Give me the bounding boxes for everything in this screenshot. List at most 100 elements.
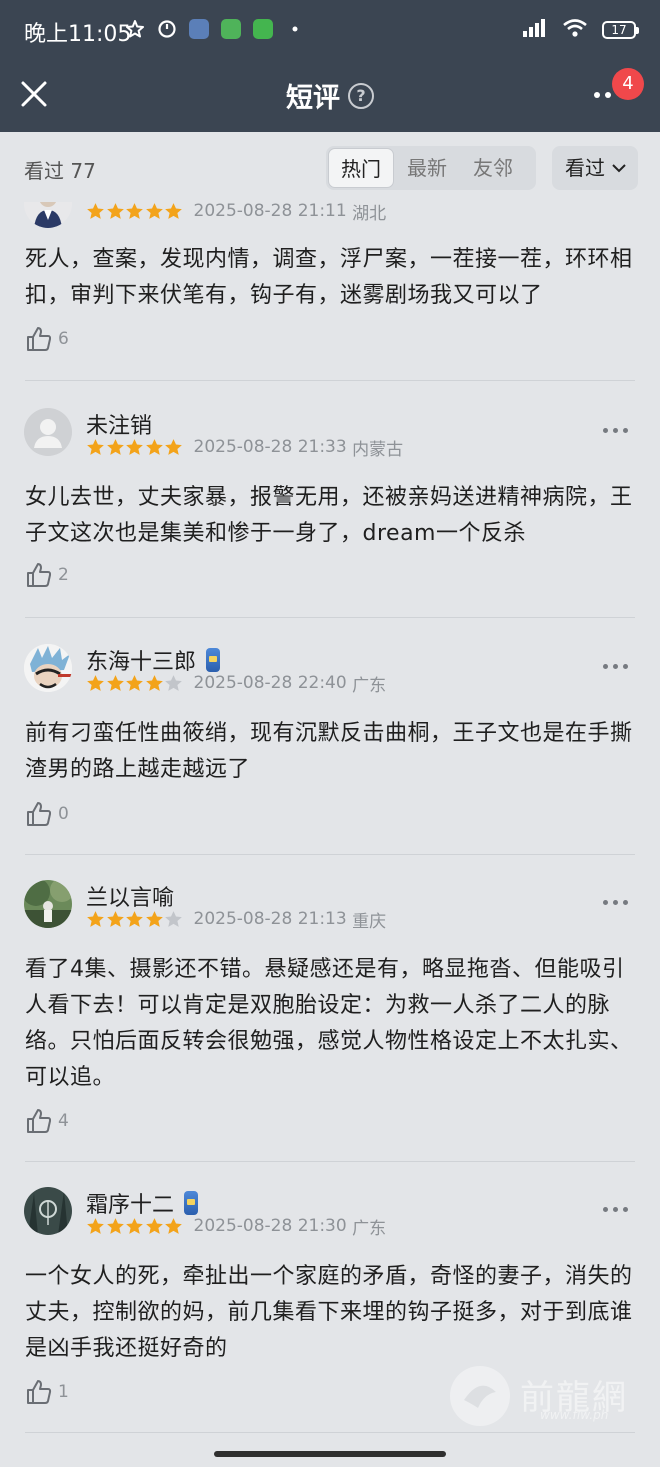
star-filled-icon (106, 202, 124, 219)
help-icon[interactable]: ? (348, 82, 374, 109)
like-button[interactable]: 4 (26, 1108, 69, 1134)
watched-filter-dropdown[interactable]: 看过 (552, 146, 638, 190)
chevron-down-icon (612, 146, 626, 190)
divider (25, 1161, 635, 1162)
star-filled-icon (126, 674, 143, 691)
star-filled-icon (87, 910, 104, 927)
avatar[interactable] (24, 880, 72, 928)
review-location: 内蒙古 (352, 439, 404, 460)
filter-label: 看过 (565, 156, 605, 180)
star-filled-icon (145, 438, 163, 455)
review-more-button[interactable] (603, 664, 628, 669)
tab-friends[interactable]: 友邻 (460, 148, 526, 188)
title-bar: 短评? 4 (0, 60, 660, 132)
review-location: 湖北 (352, 203, 387, 224)
like-button[interactable]: 2 (26, 562, 69, 588)
vip-badge-icon (184, 1191, 199, 1215)
timer-icon (156, 18, 178, 40)
tab-latest[interactable]: 最新 (394, 148, 460, 188)
review-meta: 2025-08-28 22:40 广东 (86, 672, 387, 696)
star-filled-icon (106, 674, 124, 691)
star-filled-icon (126, 438, 143, 455)
avatar[interactable] (24, 644, 72, 692)
battery-icon: 17 (602, 21, 639, 39)
review-date: 2025-08-28 21:13 (193, 909, 347, 929)
star-rating (86, 202, 184, 221)
star-filled-icon (126, 910, 143, 927)
star-filled-icon (87, 438, 104, 455)
avatar[interactable] (24, 1187, 72, 1235)
dot (623, 428, 628, 433)
star-filled-icon (145, 1217, 163, 1234)
top-bar: 晚上11:05 17 短评? 4 (0, 0, 660, 132)
watched-number: 77 (70, 159, 96, 183)
dot (603, 428, 608, 433)
star-filled-icon (145, 674, 163, 691)
star-filled-icon (145, 910, 163, 927)
home-indicator[interactable] (214, 1451, 446, 1457)
like-count: 0 (58, 804, 69, 824)
like-count: 6 (58, 329, 69, 349)
review-date: 2025-08-28 22:40 (193, 673, 347, 693)
star-filled-icon (87, 202, 104, 219)
star-empty-icon (165, 674, 182, 691)
message-icon (220, 18, 242, 40)
review-content: 前有刁蛮任性曲筱绡，现有沉默反击曲桐，王子文也是在手撕渣男的路上越走越远了 (25, 721, 633, 782)
star-filled-icon (126, 202, 143, 219)
star-filled-icon (106, 910, 124, 927)
like-button[interactable]: 0 (26, 801, 69, 827)
dot (603, 1207, 608, 1212)
dot (623, 900, 628, 905)
star-rating (86, 910, 184, 929)
app-icon (188, 18, 210, 40)
thumbs-up-icon (27, 1109, 52, 1133)
star-filled-icon (106, 438, 124, 455)
status-system-icons: 17 (522, 18, 639, 42)
tab-hot[interactable]: 热门 (328, 148, 394, 188)
review-date: 2025-08-28 21:11 (193, 202, 347, 221)
star-filled-icon (165, 438, 182, 455)
thumbs-up-icon (27, 563, 52, 587)
review-date: 2025-08-28 21:33 (193, 437, 347, 457)
avatar[interactable] (24, 408, 72, 456)
review-more-button[interactable] (603, 428, 628, 433)
page-title: 短评 (286, 83, 340, 114)
star-rating (86, 674, 184, 693)
review-more-button[interactable] (603, 1207, 628, 1212)
status-bar: 晚上11:05 17 (0, 0, 660, 60)
review-meta: 2025-08-28 21:30 广东 (86, 1215, 386, 1239)
more-dot (593, 92, 600, 98)
watched-label: 看过 (24, 159, 64, 183)
review-location: 广东 (352, 675, 387, 696)
like-button[interactable]: 6 (26, 326, 69, 352)
status-notification-icons (124, 18, 306, 40)
review-content: 一个女人的死，牵扯出一个家庭的矛盾，奇怪的妻子，消失的丈夫，控制欲的妈，前几集看… (25, 1264, 633, 1361)
wifi-icon (562, 18, 588, 42)
dot (613, 664, 618, 669)
status-time: 晚上11:05 (24, 22, 132, 47)
star-filled-icon (106, 1217, 124, 1234)
star-filled-icon (165, 202, 182, 219)
avatar[interactable] (24, 202, 72, 228)
vip-badge-icon (206, 648, 221, 672)
like-count: 4 (58, 1111, 69, 1131)
review-content: 看了4集、摄影还不错。悬疑感还是有，略显拖沓、但能吸引人看下去！可以肯定是双胞胎… (25, 957, 633, 1090)
dot (603, 900, 608, 905)
star-rating (86, 438, 184, 457)
thumbs-up-icon (27, 327, 52, 351)
review-more-button[interactable] (603, 900, 628, 905)
more-dot (604, 92, 611, 98)
review-meta: 2025-08-28 21:33 内蒙古 (86, 436, 404, 460)
star-filled-icon (87, 1217, 104, 1234)
divider (25, 1432, 635, 1433)
star-rating (86, 1217, 184, 1236)
dot (613, 428, 618, 433)
star-filled-icon (126, 1217, 143, 1234)
star-filled-icon (145, 202, 163, 219)
star-filled-icon (165, 1217, 182, 1234)
dot (613, 900, 618, 905)
notification-badge[interactable]: 4 (612, 68, 644, 100)
like-button[interactable]: 1 (26, 1379, 69, 1405)
flower-icon (124, 18, 146, 40)
review-list[interactable]: 2025-08-28 21:11 湖北 死人，查案，发现内情，调查，浮尸案，一茬… (0, 202, 660, 1467)
